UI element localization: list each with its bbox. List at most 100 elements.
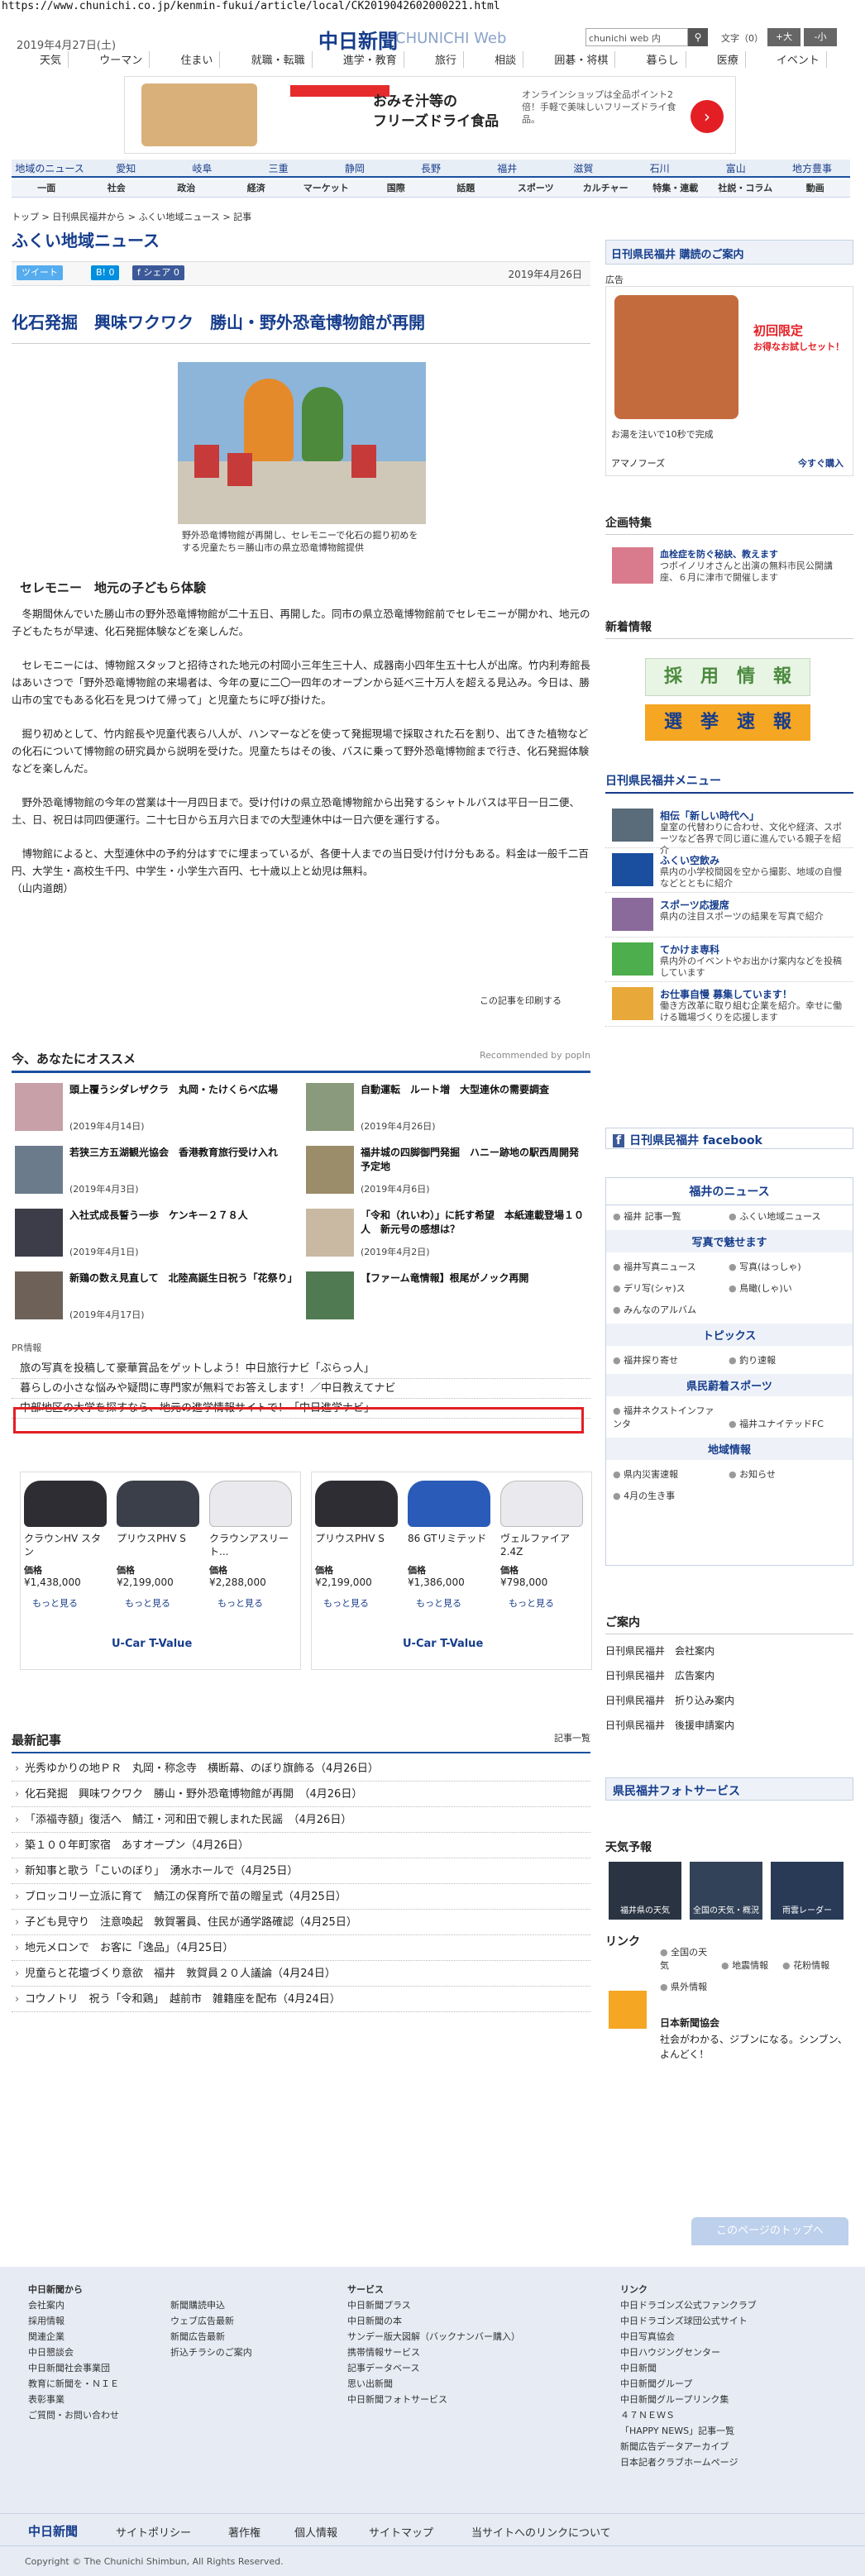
photo-link[interactable]: デリ写(シャ)ス [606,1277,722,1299]
topics-link[interactable]: 釣り速報 [722,1349,838,1371]
latest-item[interactable]: コウノトリ 祝う「令和鶏」 越前市 雑籍座を配布（4月24日） [12,1987,590,2012]
pr-link[interactable]: 旅の写真を投稿して豪華賞品をゲットしよう！中日旅行ナビ「ぶらっ人」 [12,1359,590,1379]
footer-link[interactable]: 記事データベース [347,2360,520,2376]
recommend-item-title[interactable]: 頭上覆うシダレザクラ 丸岡・たけくらべ広場 [69,1083,293,1097]
gnav-item[interactable]: 相談 [488,51,524,68]
region-tab[interactable]: 地域のニュース [12,160,88,176]
gnav-item[interactable]: 医療 [710,51,746,68]
latest-item[interactable]: 化石発掘 興味ワクワク 勝山・野外恐竜博物館が再開 （4月26日） [12,1782,590,1807]
photo-link[interactable]: みんなのアルバム [606,1299,722,1320]
menu-item-title[interactable]: てかけま専科 [660,942,719,956]
recommend-item-title[interactable]: 自動運転 ルート増 大型連休の需要調査 [361,1083,584,1097]
footer-link[interactable]: 中日新聞社会事業団 [28,2360,119,2376]
recommend-item[interactable]: 【ファーム竜情報】根尾がノック再開 [306,1271,587,1329]
ad-arrow-icon[interactable]: › [691,100,724,133]
footer-bar-link[interactable]: サイトマップ [369,2524,433,2540]
weather-tile[interactable]: 福井県の天気 [609,1862,681,1920]
recommend-item[interactable]: 入社式成長誓う一歩 ケンキー２７８人 (2019年4月1日) [15,1209,296,1267]
recommend-item[interactable]: 自動運転 ルート増 大型連休の需要調査 (2019年4月26日) [306,1083,587,1141]
facebook-share-button[interactable]: f シェア 0 [132,265,184,280]
gnav-item[interactable]: 住まい [174,51,221,68]
region-tab[interactable]: 地方豊事 [774,160,850,176]
recommend-item-title[interactable]: 若狭三方五湖観光協会 香港教育旅行受け入れ [69,1146,293,1160]
region-tab[interactable]: 福井 [469,160,545,176]
footer-link[interactable]: 中日写真協会 [620,2329,757,2345]
recommend-item-title[interactable]: 「令和（れいわ）」に託す希望 本紙連載登場１０人 新元号の感想は？ [361,1209,584,1237]
recommend-item[interactable]: 福井城の四脚御門発掘 ハニー跡地の駅西周開発予定地 (2019年4月6日) [306,1146,587,1204]
fukui-news-link[interactable]: ふくい地域ニュース [722,1205,838,1227]
footer-link[interactable]: 折込チラシのご案内 [170,2345,252,2360]
footer-logo[interactable]: 中日新聞 [28,2522,78,2540]
kikaku-item[interactable]: 血栓症を防ぐ秘訣、教えます つボイノリオさんと出演の無料市民公開講座、６月に津市… [605,542,853,592]
local-link[interactable]: お知らせ [722,1463,838,1485]
gnav-item[interactable]: 進学・教育 [337,51,404,68]
latest-item[interactable]: 子ども見守り 注意喚起 敦賀署員、住民が通学路確認（4月25日） [12,1910,590,1935]
region-tab[interactable]: 三重 [241,160,317,176]
car-more-link[interactable]: もっと見る [217,1596,263,1610]
latest-item[interactable]: 「添福寺額」復活へ 鯖江・河和田で親しまれた民謡 （4月26日） [12,1807,590,1833]
latest-item[interactable]: 光秀ゆかりの地ＰＲ 丸岡・称念寺 横断幕、のぼり旗飾る（4月26日） [12,1756,590,1782]
footer-link[interactable]: 会社案内 [28,2297,119,2313]
kikaku-item-title[interactable]: 血栓症を防ぐ秘訣、教えます [660,547,778,561]
link-item[interactable]: 花粉情報 [776,1954,837,1976]
category-tab[interactable]: 特集・連載 [641,179,711,197]
category-tab[interactable]: マーケット [291,179,361,197]
footer-link[interactable]: 中日ドラゴンズ公式ファンクラブ [620,2297,757,2313]
footer-link[interactable]: ご質問・お問い合わせ [28,2407,119,2423]
region-tab[interactable]: 静岡 [317,160,393,176]
recommend-item-title[interactable]: 入社式成長誓う一歩 ケンキー２７８人 [69,1209,293,1223]
footer-link[interactable]: 中日懇談会 [28,2345,119,2360]
category-tab[interactable]: 一面 [12,179,82,197]
footer-link[interactable]: 携帯情報サービス [347,2345,520,2360]
category-tab[interactable]: 動画 [781,179,851,197]
fukui-news-link[interactable]: 福井 記事一覧 [606,1205,722,1227]
latest-more-link[interactable]: 記事一覧 [554,1731,590,1744]
region-tab[interactable]: 富山 [698,160,774,176]
photo-link[interactable]: 写真(はっしゃ) [722,1256,838,1277]
gnav-item[interactable]: 天気 [33,51,69,68]
site-logo[interactable]: 中日新聞 [318,25,398,54]
car-name[interactable]: プリウスPHV S [117,1532,199,1545]
link-item[interactable]: 県外情報 [653,1976,714,1997]
footer-link[interactable]: 新聞広告データアーカイブ [620,2439,757,2454]
menu-item[interactable]: スポーツ応援席 県内の注目スポーツの結果を写真で紹介 [605,893,853,937]
category-tab[interactable]: カルチャー [571,179,641,197]
category-tab[interactable]: 国際 [361,179,432,197]
footer-link[interactable]: 中日新聞の本 [347,2313,520,2329]
link-item[interactable]: 地震情報 [714,1954,776,1976]
hatena-button[interactable]: B! 0 [91,265,120,280]
local-link[interactable]: 4月の生き事 [606,1485,722,1506]
latest-item[interactable]: ブロッコリー立派に育て 鯖江の保育所で苗の贈呈式（4月25日） [12,1884,590,1910]
ad-banner[interactable]: おみそ汁等の フリーズドライ食品 オンラインショップは全品ポイント2倍！手軽で美… [124,76,736,154]
region-tab[interactable]: 長野 [393,160,469,176]
url-bar[interactable]: https://www.chunichi.co.jp/kenmin-fukui/… [0,0,865,15]
footer-link[interactable]: 教育に新聞を・ＮＩＥ [28,2376,119,2392]
category-tab[interactable]: 経済 [222,179,292,197]
footer-link[interactable]: サンデー版大図解（バックナンバー購入） [347,2329,520,2345]
guide-link[interactable]: 日刊県民福井 会社案内 [605,1639,853,1663]
sports-link[interactable]: 福井ネクストインファンタ [606,1400,722,1434]
menu-item-title[interactable]: 相伝「新しい時代へ」 [660,809,759,823]
footer-link[interactable]: 中日新聞 [620,2360,757,2376]
recommend-item-title[interactable]: 【ファーム竜情報】根尾がノック再開 [361,1271,584,1286]
weather-tile[interactable]: 雨雲レーダー [771,1862,843,1920]
page-top-button[interactable]: このページのトップへ [691,2217,848,2245]
weather-tile[interactable]: 全国の天気・概況 [690,1862,762,1920]
local-link[interactable]: 県内災害速報 [606,1463,722,1485]
guide-link[interactable]: 日刊県民福井 折り込み案内 [605,1688,853,1713]
car-more-link[interactable]: もっと見る [416,1596,461,1610]
latest-item[interactable]: 児童らと花壇づくり意欲 福井 敦賀員２０人議論（4月24日） [12,1961,590,1987]
footer-link[interactable]: 日本記者クラブホームページ [620,2454,757,2470]
latest-item[interactable]: 地元メロンで お客に「逸品」（4月25日） [12,1935,590,1961]
breadcrumb[interactable]: トップ > 日刊県民福井から > ふくい地域ニュース > 記事 [12,210,251,223]
side-ad[interactable]: 初回限定 お得なお試しセット！ お湯を注いで10秒で完成 アマノフーズ 今すぐ購… [605,286,853,476]
footer-link[interactable]: 中日新聞グループ [620,2376,757,2392]
print-link[interactable]: この記事を印刷する [480,994,562,1007]
category-tab[interactable]: 話題 [431,179,501,197]
footer-link[interactable]: 中日新聞プラス [347,2297,520,2313]
font-big-button[interactable]: +大 [767,28,800,46]
car-ad-block[interactable]: クラウンHV スタン プリウスPHV S クラウンアスリート... 価格 価格 … [20,1472,301,1670]
article-photo[interactable] [178,362,426,524]
recommend-item[interactable]: 「令和（れいわ）」に託す希望 本紙連載登場１０人 新元号の感想は？ (2019年4… [306,1209,587,1267]
footer-link[interactable]: 中日新聞フォトサービス [347,2392,520,2407]
